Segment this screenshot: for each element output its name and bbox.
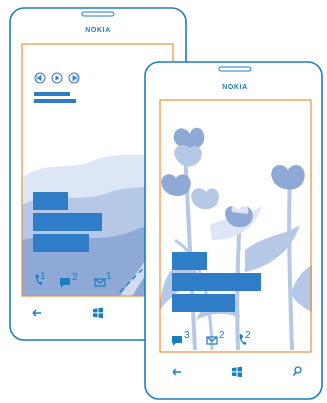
phone-back-tile-2[interactable] [33, 213, 102, 231]
phone-front-tile-3[interactable] [172, 294, 235, 312]
phone-front-tile-2[interactable] [172, 273, 261, 291]
phone-front-phone-count: 2 [245, 330, 251, 341]
phone-front: NOKIA 3 2 2 [144, 61, 323, 400]
phone-front-message-count: 3 [184, 330, 190, 341]
phone-front-brand: NOKIA [222, 84, 248, 91]
song-title-bar [34, 92, 70, 96]
phone-back-tile-3[interactable] [33, 234, 89, 252]
phone-front-screen: 3 2 2 [159, 99, 312, 353]
phone-back-message-count: 2 [72, 272, 78, 283]
phone-back-mail-count: 1 [106, 271, 112, 282]
phone-back-phone-count: 1 [40, 271, 46, 282]
song-artist-bar [34, 99, 76, 103]
phones-illustration: NOKIA 1 2 1 NOKIA 3 2 2 [9, 7, 323, 400]
phone-back-tile-1[interactable] [33, 192, 68, 210]
phone-front-mail-count: 2 [219, 330, 225, 341]
phone-back-brand: NOKIA [85, 27, 111, 34]
phone-front-tile-1[interactable] [172, 252, 207, 270]
